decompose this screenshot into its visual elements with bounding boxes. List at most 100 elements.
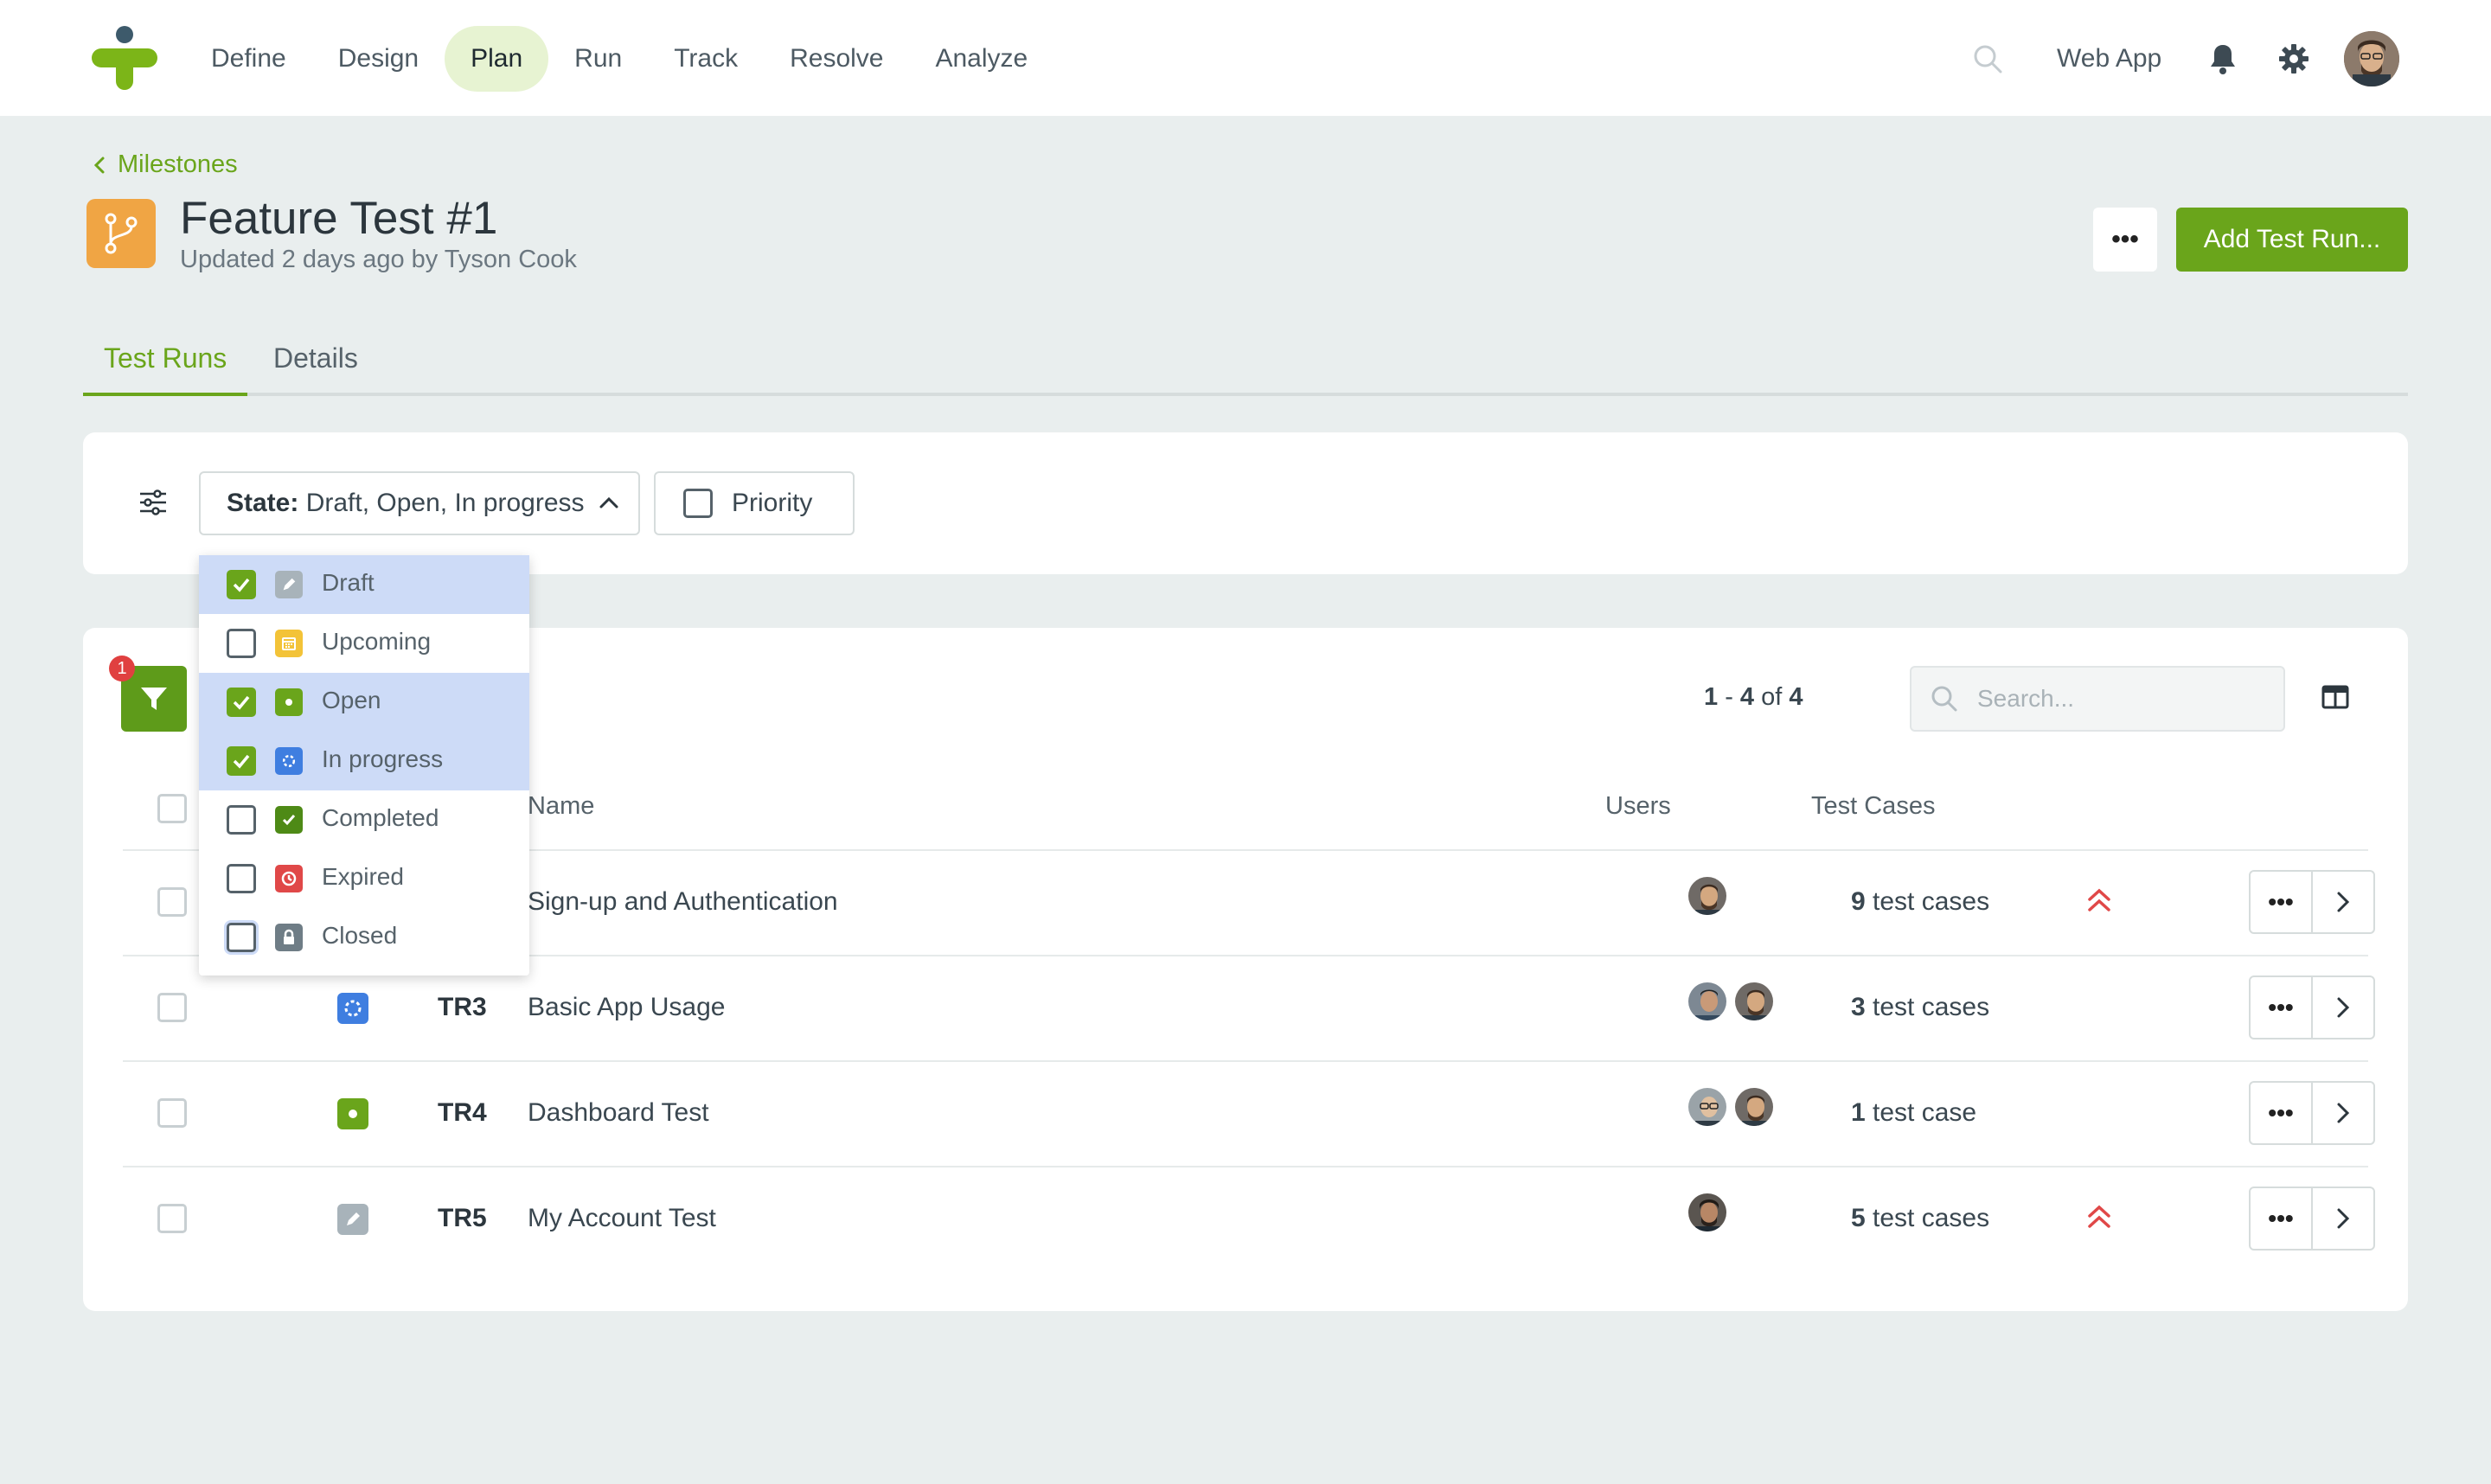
nav-plan[interactable]: Plan	[445, 26, 549, 92]
table-search-input[interactable]: Search...	[1910, 666, 2285, 732]
nav-track[interactable]: Track	[648, 26, 764, 92]
workspace-switcher[interactable]: Web App	[2057, 26, 2161, 92]
row-open-button[interactable]	[2311, 870, 2375, 934]
state-option-draft[interactable]: Draft	[199, 555, 529, 614]
calendar-icon	[275, 630, 303, 657]
nav-design[interactable]: Design	[312, 26, 445, 92]
chevron-right-icon	[2337, 1103, 2350, 1123]
breadcrumb[interactable]: Milestones	[93, 150, 238, 179]
option-checkbox[interactable]	[227, 629, 256, 658]
row-checkbox[interactable]	[157, 993, 187, 1022]
nav-run[interactable]: Run	[548, 26, 648, 92]
row-open-button[interactable]	[2311, 1081, 2375, 1145]
page-more-button[interactable]: •••	[2093, 208, 2157, 272]
state-option-completed[interactable]: Completed	[199, 790, 529, 849]
search-placeholder: Search...	[1977, 685, 2075, 712]
option-label: Open	[322, 687, 381, 713]
chevron-up-icon	[599, 496, 618, 509]
row-more-button[interactable]: •••	[2249, 870, 2313, 934]
chevron-left-icon	[93, 157, 105, 173]
row-more-button[interactable]: •••	[2249, 975, 2313, 1039]
priority-checkbox[interactable]	[683, 489, 713, 518]
table-row[interactable]: TR5 My Account Test 5 test cases •••	[123, 1166, 2375, 1271]
test-case-count[interactable]: 9 test cases	[1851, 887, 1989, 917]
avatar	[1687, 1192, 1728, 1233]
range-separator: -	[1718, 683, 1740, 711]
open-dot-icon	[275, 688, 303, 716]
search-icon[interactable]	[1972, 43, 2003, 74]
test-case-count[interactable]: 1 test case	[1851, 1098, 1976, 1128]
nav-analyze[interactable]: Analyze	[909, 26, 1053, 92]
tab-details[interactable]: Details	[273, 342, 358, 396]
run-name[interactable]: Dashboard Test	[528, 1098, 709, 1128]
run-name[interactable]: Basic App Usage	[528, 993, 725, 1022]
breadcrumb-milestones[interactable]: Milestones	[118, 150, 238, 179]
select-all-checkbox[interactable]	[157, 794, 187, 823]
chevron-right-icon	[2337, 997, 2350, 1018]
columns-icon[interactable]	[2321, 685, 2349, 709]
column-header-users[interactable]: Users	[1605, 792, 1671, 821]
run-name[interactable]: Sign-up and Authentication	[528, 887, 838, 917]
option-checkbox[interactable]	[227, 923, 256, 952]
range-start: 1	[1704, 683, 1719, 711]
draft-pencil-icon	[275, 571, 303, 598]
table-row[interactable]: TR4 Dashboard Test 1 test case •••	[123, 1060, 2375, 1166]
tab-bar: Test Runs Details	[83, 325, 2408, 396]
progress-spinner-icon	[275, 747, 303, 775]
column-header-test-cases[interactable]: Test Cases	[1811, 792, 1935, 821]
avatar	[1687, 875, 1728, 917]
row-checkbox[interactable]	[157, 1098, 187, 1128]
row-checkbox[interactable]	[157, 1204, 187, 1233]
priority-filter-toggle[interactable]: Priority	[654, 471, 855, 535]
test-case-number: 1	[1851, 1098, 1866, 1127]
option-checkbox[interactable]	[227, 805, 256, 835]
option-checkbox[interactable]	[227, 746, 256, 776]
state-option-upcoming[interactable]: Upcoming	[199, 614, 529, 673]
state-option-open[interactable]: Open	[199, 673, 529, 732]
option-checkbox[interactable]	[227, 864, 256, 893]
bell-icon[interactable]	[2207, 42, 2238, 76]
main-nav: Define Design Plan Run Track Resolve Ana…	[185, 26, 1053, 92]
option-checkbox[interactable]	[227, 688, 256, 717]
sliders-icon[interactable]	[138, 488, 168, 517]
row-checkbox[interactable]	[157, 887, 187, 917]
option-checkbox[interactable]	[227, 570, 256, 599]
test-case-number: 9	[1851, 887, 1866, 916]
test-case-count[interactable]: 3 test cases	[1851, 993, 1989, 1022]
run-name[interactable]: My Account Test	[528, 1204, 716, 1233]
user-avatar[interactable]	[2344, 31, 2399, 86]
nav-define[interactable]: Define	[185, 26, 312, 92]
row-more-button[interactable]: •••	[2249, 1081, 2313, 1145]
option-label: Closed	[322, 922, 398, 949]
run-id: TR5	[438, 1204, 487, 1232]
filter-bar: State: Draft, Open, In progress Priority	[83, 432, 2408, 574]
state-option-closed[interactable]: Closed	[199, 908, 529, 967]
chevron-right-icon	[2337, 1208, 2350, 1229]
add-test-run-button[interactable]: Add Test Run...	[2176, 208, 2408, 272]
row-open-button[interactable]	[2311, 975, 2375, 1039]
column-header-name[interactable]: Name	[528, 792, 594, 821]
lock-icon	[275, 924, 303, 951]
test-case-number: 5	[1851, 1204, 1866, 1232]
priority-label: Priority	[732, 489, 813, 517]
range-end: 4	[1739, 683, 1755, 711]
open-state-icon	[337, 1098, 368, 1129]
state-option-in-progress[interactable]: In progress	[199, 732, 529, 790]
avatar	[1733, 1086, 1775, 1128]
run-id: TR4	[438, 1098, 487, 1127]
nav-resolve[interactable]: Resolve	[764, 26, 909, 92]
gear-icon[interactable]	[2276, 42, 2311, 76]
run-id: TR3	[438, 993, 487, 1021]
avatar	[1687, 1086, 1728, 1128]
test-case-label: test cases	[1865, 993, 1990, 1021]
app-logo-icon[interactable]	[92, 26, 157, 90]
state-option-expired[interactable]: Expired	[199, 849, 529, 908]
filter-count-badge: 1	[109, 656, 135, 681]
row-more-button[interactable]: •••	[2249, 1187, 2313, 1251]
tab-test-runs[interactable]: Test Runs	[83, 342, 248, 396]
test-case-count[interactable]: 5 test cases	[1851, 1204, 1989, 1233]
page-title: Feature Test #1	[180, 193, 498, 244]
state-filter-dropdown[interactable]: State: Draft, Open, In progress	[199, 471, 640, 535]
row-open-button[interactable]	[2311, 1187, 2375, 1251]
page-subtitle: Updated 2 days ago by Tyson Cook	[180, 246, 577, 273]
